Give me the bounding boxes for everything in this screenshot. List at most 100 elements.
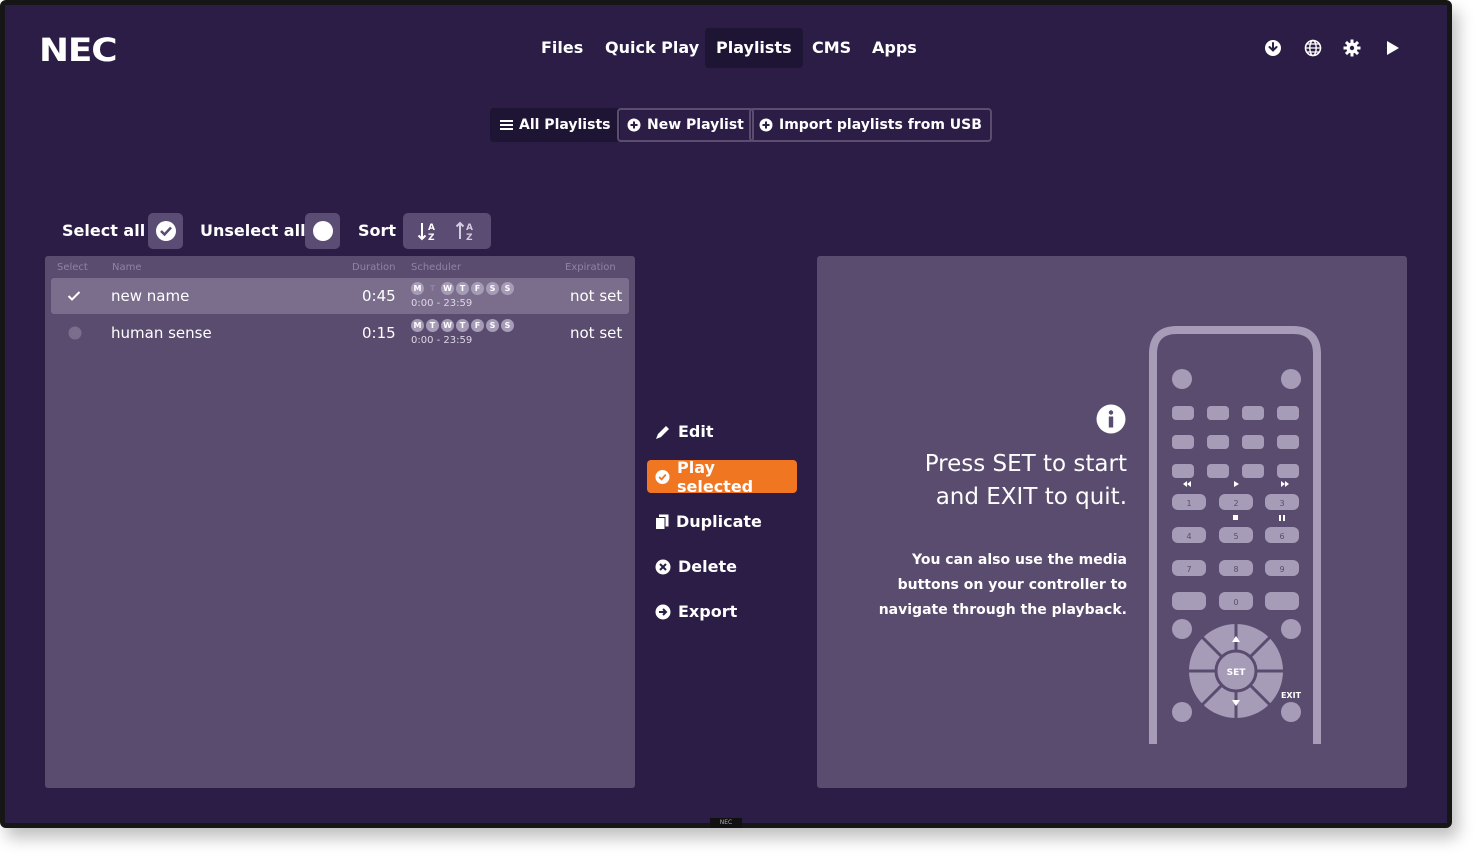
export-circle-icon bbox=[655, 604, 671, 619]
plus-circle-icon bbox=[759, 118, 773, 132]
info-line-2: and EXIT to quit. bbox=[935, 484, 1127, 510]
remote-key-0: 0 bbox=[1233, 598, 1238, 607]
unselect-all-label: Unselect all bbox=[200, 221, 306, 240]
info-sub-1: You can also use the media bbox=[911, 552, 1127, 568]
nav-playlists[interactable]: Playlists bbox=[705, 28, 803, 68]
globe-icon[interactable] bbox=[1303, 38, 1323, 58]
svg-text:Z: Z bbox=[466, 233, 473, 242]
remote-key-8: 8 bbox=[1233, 565, 1238, 574]
day-badge: W bbox=[441, 282, 454, 295]
playlist-subnav: All Playlists New Playlist Import playli… bbox=[5, 108, 1447, 142]
remote-set-label: SET bbox=[1227, 668, 1247, 678]
remote-key-1: 1 bbox=[1186, 499, 1191, 508]
top-nav: Files Quick Play Playlists CMS Apps bbox=[5, 28, 1447, 68]
header-expiration: Expiration bbox=[565, 262, 616, 273]
delete-button[interactable]: Delete bbox=[647, 550, 745, 583]
nav-quick-play[interactable]: Quick Play bbox=[594, 28, 710, 68]
play-selected-label: Play selected bbox=[676, 457, 754, 496]
svg-text:A: A bbox=[466, 223, 473, 233]
empty-circle-icon bbox=[312, 221, 333, 241]
sort-label: Sort bbox=[358, 221, 397, 240]
remote-key-9: 9 bbox=[1279, 565, 1284, 574]
export-button[interactable]: Export bbox=[647, 595, 745, 628]
table-row[interactable]: new name 0:45 M T W T F S S 0:00 - 23:59… bbox=[51, 278, 629, 314]
row-name: new name bbox=[111, 287, 190, 305]
play-icon[interactable] bbox=[1382, 38, 1402, 58]
day-badge: M bbox=[411, 282, 424, 295]
header-name: Name bbox=[112, 262, 142, 273]
header-duration: Duration bbox=[352, 262, 396, 273]
row-name: human sense bbox=[111, 324, 212, 342]
checkmark-icon[interactable] bbox=[67, 290, 81, 302]
scheduler-hours: 0:00 - 23:59 bbox=[411, 298, 473, 309]
bezel-logo: NEC bbox=[710, 818, 742, 828]
monitor-bezel: NEC Files Quick Play Playlists CMS Apps bbox=[0, 0, 1452, 828]
new-playlist-label: New Playlist bbox=[647, 117, 744, 133]
day-badge: S bbox=[501, 282, 514, 295]
export-label: Export bbox=[678, 602, 738, 621]
sort-za-icon[interactable]: A Z bbox=[455, 220, 477, 242]
header-select: Select bbox=[57, 262, 88, 273]
sort-buttons: A Z A Z bbox=[403, 213, 491, 249]
info-description: You can also use the media buttons on yo… bbox=[817, 548, 1127, 623]
edit-button[interactable]: Edit bbox=[647, 415, 722, 448]
list-icon bbox=[500, 120, 513, 130]
copy-icon bbox=[655, 514, 669, 530]
select-all-button[interactable] bbox=[148, 213, 183, 249]
remote-key-7: 7 bbox=[1186, 565, 1191, 574]
all-playlists-label: All Playlists bbox=[519, 117, 611, 133]
unselected-dot-icon[interactable] bbox=[68, 326, 82, 340]
info-sub-2: buttons on your controller to bbox=[897, 577, 1127, 593]
day-badge: T bbox=[429, 284, 436, 293]
new-playlist-button[interactable]: New Playlist bbox=[617, 108, 754, 142]
nav-apps[interactable]: Apps bbox=[861, 28, 928, 68]
info-icon bbox=[1096, 404, 1126, 434]
row-expiration: not set bbox=[570, 287, 623, 305]
remote-exit-label: EXIT bbox=[1281, 691, 1302, 700]
info-sub-3: navigate through the playback. bbox=[878, 602, 1127, 618]
gear-icon[interactable] bbox=[1342, 38, 1362, 58]
day-badge: S bbox=[501, 319, 514, 332]
play-selected-button[interactable]: Play selected bbox=[647, 457, 797, 496]
select-all-label: Select all bbox=[62, 221, 146, 240]
day-badge: S bbox=[486, 319, 499, 332]
scheduler-hours: 0:00 - 23:59 bbox=[411, 335, 473, 346]
row-duration: 0:45 bbox=[362, 287, 396, 305]
sort-az-icon[interactable]: A Z bbox=[417, 220, 439, 242]
screen: NEC Files Quick Play Playlists CMS Apps bbox=[5, 5, 1447, 823]
nav-cms[interactable]: CMS bbox=[801, 28, 862, 68]
check-circle-icon bbox=[655, 469, 670, 484]
delete-label: Delete bbox=[678, 557, 737, 576]
info-line-1: Press SET to start bbox=[924, 451, 1127, 477]
day-badge: T bbox=[456, 319, 469, 332]
day-badge: M bbox=[411, 319, 424, 332]
remote-key-3: 3 bbox=[1279, 499, 1284, 508]
delete-circle-icon bbox=[655, 559, 671, 574]
all-playlists-button[interactable]: All Playlists bbox=[490, 108, 621, 142]
day-badge: F bbox=[471, 282, 484, 295]
day-badge: S bbox=[486, 282, 499, 295]
remote-control-illustration: 1 2 3 4 5 6 7 8 9 0 SET EXIT bbox=[1149, 326, 1321, 744]
table-row[interactable]: human sense 0:15 M T W T F S S 0:00 - 23… bbox=[51, 315, 629, 351]
header-scheduler: Scheduler bbox=[411, 262, 462, 273]
import-usb-button[interactable]: Import playlists from USB bbox=[749, 108, 992, 142]
remote-key-4: 4 bbox=[1186, 532, 1191, 541]
row-duration: 0:15 bbox=[362, 324, 396, 342]
day-badge: F bbox=[471, 319, 484, 332]
edit-label: Edit bbox=[678, 422, 714, 441]
plus-circle-icon bbox=[627, 118, 641, 132]
remote-key-6: 6 bbox=[1279, 532, 1284, 541]
row-expiration: not set bbox=[570, 324, 623, 342]
unselect-all-button[interactable] bbox=[305, 213, 340, 249]
nav-files[interactable]: Files bbox=[530, 28, 594, 68]
remote-key-5: 5 bbox=[1233, 532, 1238, 541]
day-badge: T bbox=[426, 319, 439, 332]
duplicate-button[interactable]: Duplicate bbox=[647, 505, 770, 538]
info-panel: Press SET to start and EXIT to quit. You… bbox=[817, 256, 1407, 788]
download-icon[interactable] bbox=[1263, 38, 1283, 58]
svg-text:Z: Z bbox=[428, 233, 435, 242]
info-title: Press SET to start and EXIT to quit. bbox=[817, 448, 1127, 514]
duplicate-label: Duplicate bbox=[676, 512, 762, 531]
playlist-table: Select Name Duration Scheduler Expiratio… bbox=[45, 256, 635, 788]
remote-key-2: 2 bbox=[1233, 499, 1238, 508]
